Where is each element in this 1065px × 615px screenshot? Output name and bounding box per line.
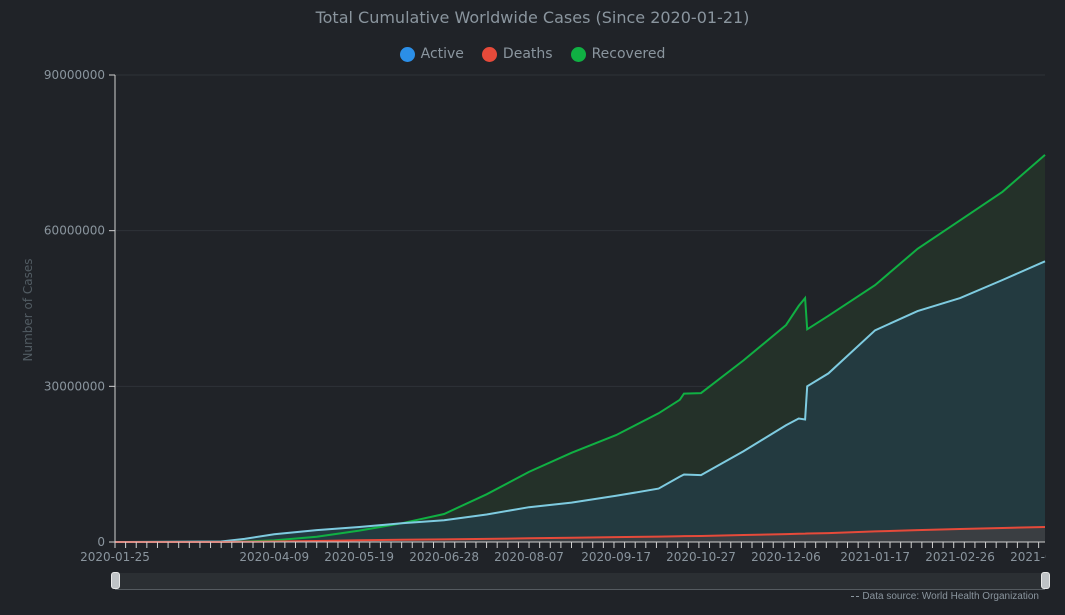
range-handle-start[interactable] [111, 572, 120, 589]
series-areas [115, 154, 1045, 542]
range-handle-end[interactable] [1041, 572, 1050, 589]
data-source-text: Data source: World Health Organization [862, 591, 1039, 602]
x-tick-label: 2020-06-28 [409, 550, 479, 564]
x-tick-label: 2020-01-25 [80, 550, 150, 564]
range-scrollbar[interactable] [115, 573, 1045, 590]
x-tick-label: 2021-02-26 [925, 550, 995, 564]
label-clip [1046, 548, 1065, 568]
x-tick-label: 2020-10-27 [666, 550, 736, 564]
data-source-credit: Data source: World Health Organization [851, 591, 1039, 602]
dash-icon [851, 595, 860, 597]
chart-svg: 0 30000000 60000000 90000000 2020-01-25 2020-… [44, 68, 1065, 568]
x-tick-label: 2021-01-17 [840, 550, 910, 564]
y-tick-label: 60000000 [44, 224, 105, 238]
x-tick-label: 2020-04-09 [239, 550, 309, 564]
y-tick-label: 0 [97, 535, 105, 549]
y-tick-label: 30000000 [44, 379, 105, 393]
x-tick-label: 2020-09-17 [581, 550, 651, 564]
y-tick-label: 90000000 [44, 68, 105, 82]
x-tick-label: 2020-12-06 [751, 550, 821, 564]
x-tick-label: 2020-05-19 [324, 550, 394, 564]
x-tick-label: 2020-08-07 [494, 550, 564, 564]
